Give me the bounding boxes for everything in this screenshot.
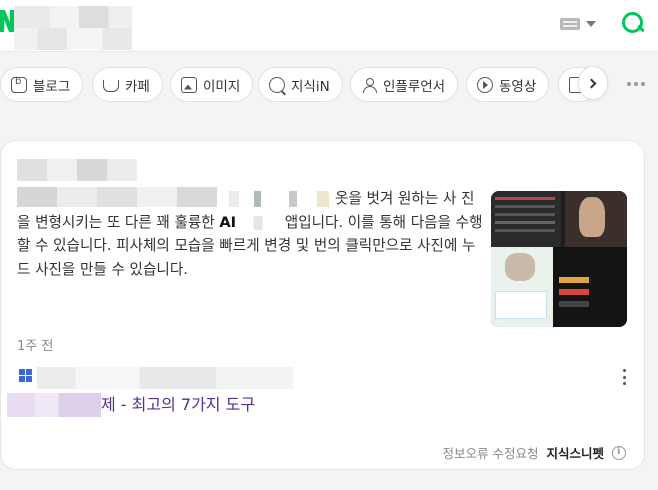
- blog-icon: [11, 76, 27, 93]
- desc-line1-tail: 옷을 벗겨 원하는 사: [335, 190, 457, 207]
- snippet-description: 옷을 벗겨 원하는 사 진을 변형시키는 또 다른 꽤 훌륭한 AI 앱입니다.…: [17, 187, 485, 281]
- tab-label: 인플루언서: [383, 78, 446, 95]
- card-footer: 정보오류 수정요청 지식스니펫: [443, 443, 626, 462]
- desc-ai: AI: [219, 213, 237, 231]
- search-tabs: 블로그 카페 이미지 지식iN 인플루언서 동영상: [0, 64, 658, 106]
- naver-logo[interactable]: [0, 10, 14, 32]
- keyboard-toggle-button[interactable]: [560, 14, 604, 34]
- blurred-text: [17, 159, 137, 181]
- tab-label: 지식iN: [291, 78, 330, 95]
- caret-down-icon: [586, 21, 596, 27]
- tab-video[interactable]: 동영상: [466, 67, 550, 102]
- knowledge-snippet-card: 옷을 벗겨 원하는 사 진을 변형시키는 또 다른 꽤 훌륭한 AI 앱입니다.…: [0, 140, 645, 470]
- tab-label: 카페: [125, 78, 150, 95]
- tab-kin[interactable]: 지식iN: [258, 67, 343, 102]
- info-icon[interactable]: [612, 445, 626, 460]
- blurred-search-query[interactable]: [14, 6, 132, 50]
- chevron-right-icon: [586, 78, 597, 88]
- tab-image[interactable]: 이미지: [170, 67, 254, 102]
- blurred-site-name[interactable]: [37, 367, 293, 389]
- result-title-link[interactable]: 제 - 최고의 7가지 도구: [101, 391, 255, 415]
- tabs-next-button[interactable]: [578, 66, 608, 100]
- tab-blog[interactable]: 블로그: [0, 67, 84, 102]
- blurred-title-prefix[interactable]: [7, 393, 101, 417]
- tab-cafe[interactable]: 카페: [92, 67, 163, 102]
- tab-label: 블로그: [33, 78, 71, 95]
- search-header: [0, 0, 658, 52]
- person-icon: [361, 77, 377, 93]
- result-date: 1주 전: [17, 339, 54, 354]
- keyboard-icon: [560, 18, 580, 30]
- result-thumbnail[interactable]: [491, 191, 627, 327]
- windows-logo-icon: [19, 369, 32, 382]
- result-more-button[interactable]: [621, 369, 627, 385]
- video-icon: [477, 76, 493, 93]
- more-menu-button[interactable]: [627, 82, 645, 86]
- tab-label: 이미지: [203, 78, 241, 95]
- report-error-link[interactable]: 정보오류 수정요청: [443, 443, 539, 462]
- blurred-text: [236, 215, 281, 230]
- cafe-icon: [103, 80, 119, 92]
- snippet-label: 지식스니펫: [546, 446, 604, 461]
- image-icon: [181, 76, 197, 93]
- tab-influencer[interactable]: 인플루언서: [350, 67, 459, 102]
- tab-label: 동영상: [499, 78, 537, 95]
- search-button[interactable]: [620, 10, 646, 36]
- kin-icon: [269, 76, 285, 93]
